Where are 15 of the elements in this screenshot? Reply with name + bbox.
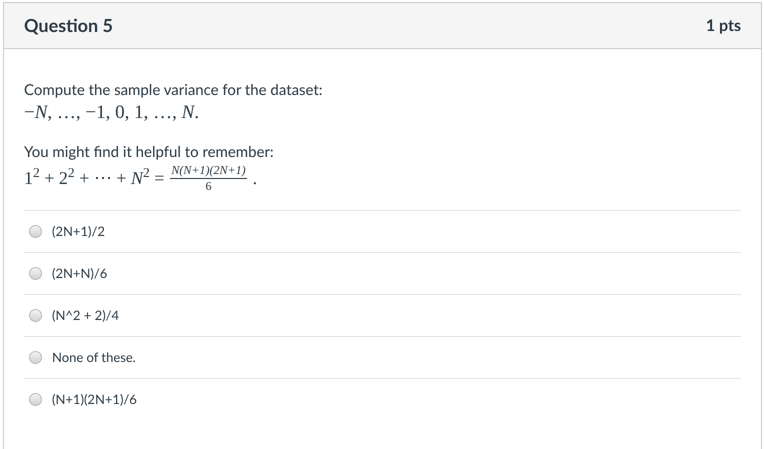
- answer-label[interactable]: None of these.: [52, 348, 136, 368]
- question-points: 1 pts: [706, 14, 741, 36]
- radio-button[interactable]: [29, 393, 42, 406]
- question-prompt: Compute the sample variance for the dataset:: [24, 80, 324, 101]
- dataset-formula: −N, …, −1, 0, 1, …, N.: [24, 101, 200, 125]
- radio-button[interactable]: [29, 351, 42, 364]
- answer-label[interactable]: (2N+1)/2: [52, 222, 105, 242]
- question-title: Question 5: [24, 13, 113, 38]
- radio-button[interactable]: [29, 225, 42, 238]
- radio-button[interactable]: [29, 267, 42, 280]
- answer-label[interactable]: (N^2 + 2)/4: [52, 306, 120, 326]
- answer-label[interactable]: (N+1)(2N+1)/6: [52, 390, 137, 410]
- answer-label[interactable]: (2N+N)/6: [52, 264, 108, 284]
- hint-text: You might find it helpful to remember:: [24, 142, 275, 163]
- radio-button[interactable]: [29, 309, 42, 322]
